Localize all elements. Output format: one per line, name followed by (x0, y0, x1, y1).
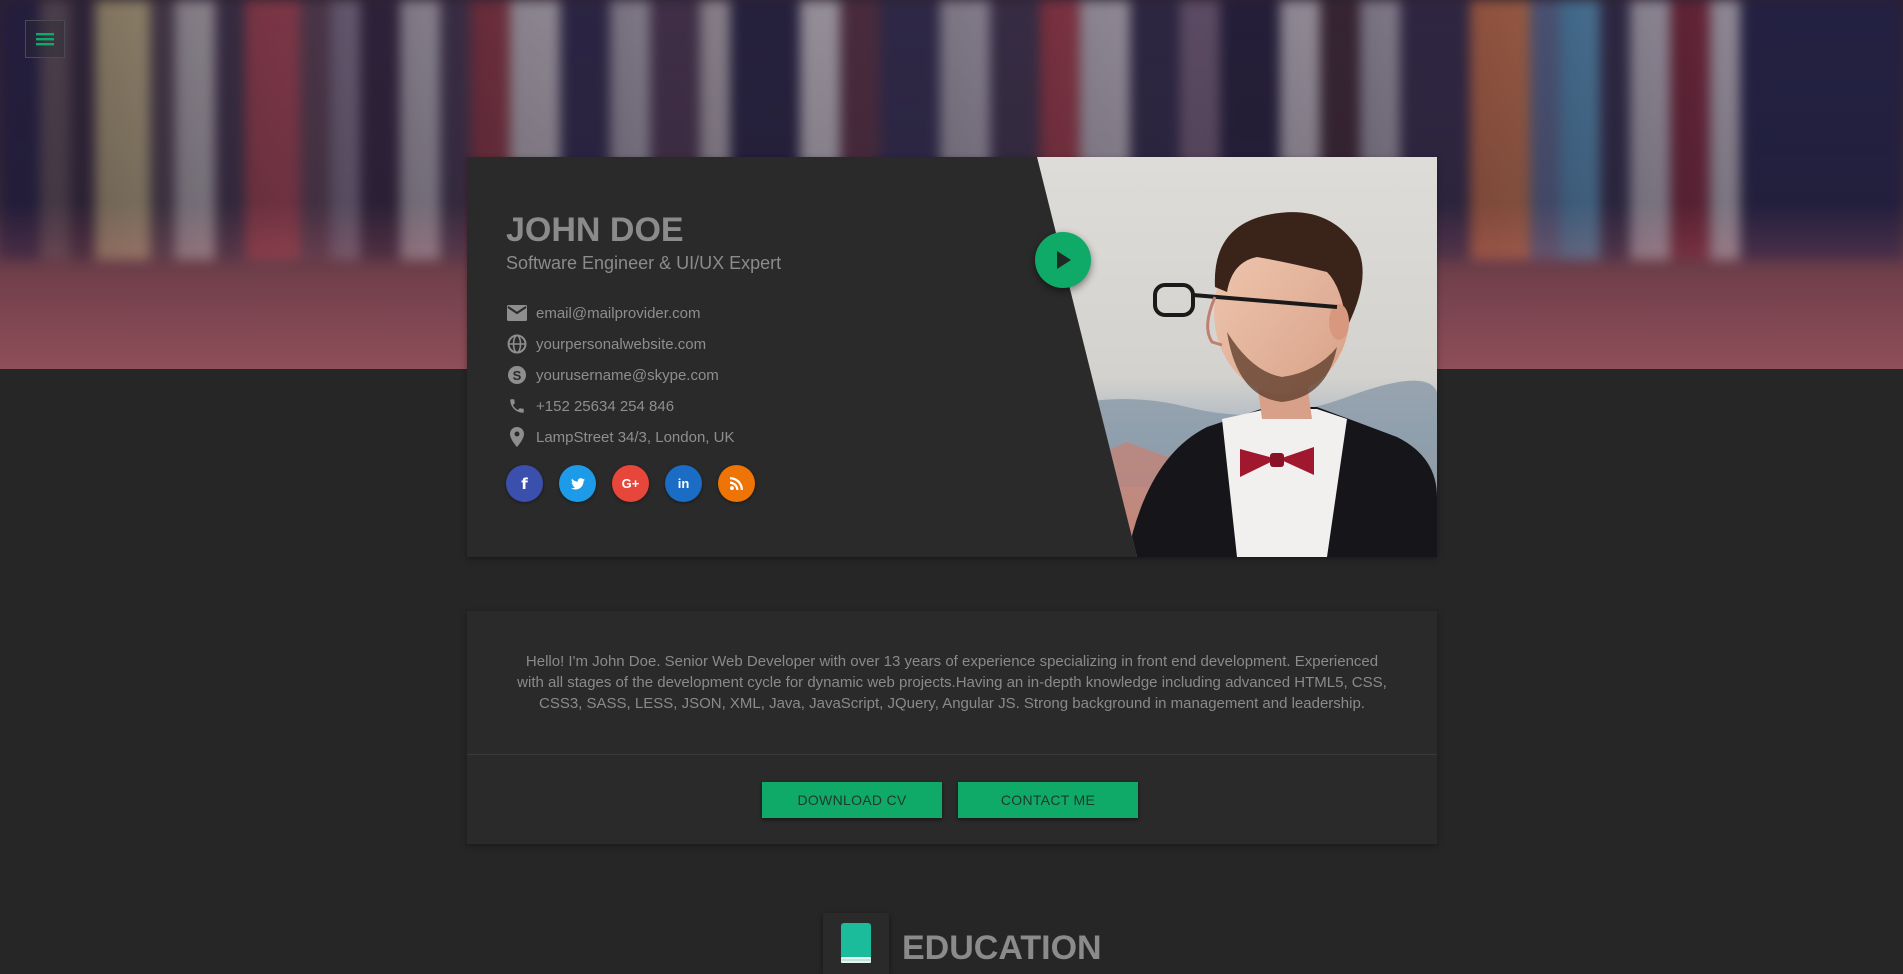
play-icon (1057, 251, 1071, 269)
social-links: f G+ in (506, 465, 771, 502)
globe-icon (506, 333, 528, 355)
divider (467, 754, 1437, 755)
download-cv-button[interactable]: DOWNLOAD CV (762, 782, 942, 818)
location-pin-icon (506, 426, 528, 448)
education-title: EDUCATION (902, 929, 1102, 967)
twitter-button[interactable] (559, 465, 596, 502)
contact-skype: S yourusername@skype.com (506, 361, 734, 389)
phone-icon (506, 395, 528, 417)
about-card: Hello! I'm John Doe. Senior Web Develope… (467, 611, 1437, 844)
facebook-icon: f (521, 474, 528, 493)
profile-title: Software Engineer & UI/UX Expert (506, 253, 782, 273)
about-text: Hello! I'm John Doe. Senior Web Develope… (517, 653, 1387, 712)
facebook-button[interactable]: f (506, 465, 543, 502)
contact-address-text: LampStreet 34/3, London, UK (536, 428, 735, 446)
linkedin-button[interactable]: in (665, 465, 702, 502)
profile-card: JOHN DOE Software Engineer & UI/UX Exper… (467, 157, 1437, 557)
contact-address: LampStreet 34/3, London, UK (506, 423, 734, 451)
contact-website: yourpersonalwebsite.com (506, 330, 734, 358)
education-icon-box (823, 913, 889, 974)
contact-email: email@mailprovider.com (506, 299, 734, 327)
play-video-button[interactable] (1035, 232, 1091, 288)
rss-button[interactable] (718, 465, 755, 502)
mail-icon (506, 302, 528, 324)
google-plus-icon: G+ (621, 476, 640, 491)
contact-phone: +152 25634 254 846 (506, 392, 734, 420)
twitter-icon (570, 477, 585, 490)
skype-icon: S (506, 364, 528, 386)
book-icon (841, 922, 871, 963)
contact-phone-text[interactable]: +152 25634 254 846 (536, 398, 674, 415)
menu-button[interactable] (25, 20, 65, 58)
linkedin-icon: in (677, 476, 690, 491)
contact-email-text[interactable]: email@mailprovider.com (536, 305, 700, 322)
hamburger-icon (36, 33, 54, 46)
contact-website-text[interactable]: yourpersonalwebsite.com (536, 336, 706, 353)
rss-icon (730, 477, 743, 490)
google-plus-button[interactable]: G+ (612, 465, 649, 502)
contact-list: email@mailprovider.com yourpersonalwebsi… (506, 299, 734, 454)
svg-text:S: S (513, 368, 522, 383)
profile-name: JOHN DOE (506, 211, 684, 249)
contact-skype-text[interactable]: yourusername@skype.com (536, 367, 719, 384)
contact-me-button[interactable]: CONTACT ME (958, 782, 1138, 818)
